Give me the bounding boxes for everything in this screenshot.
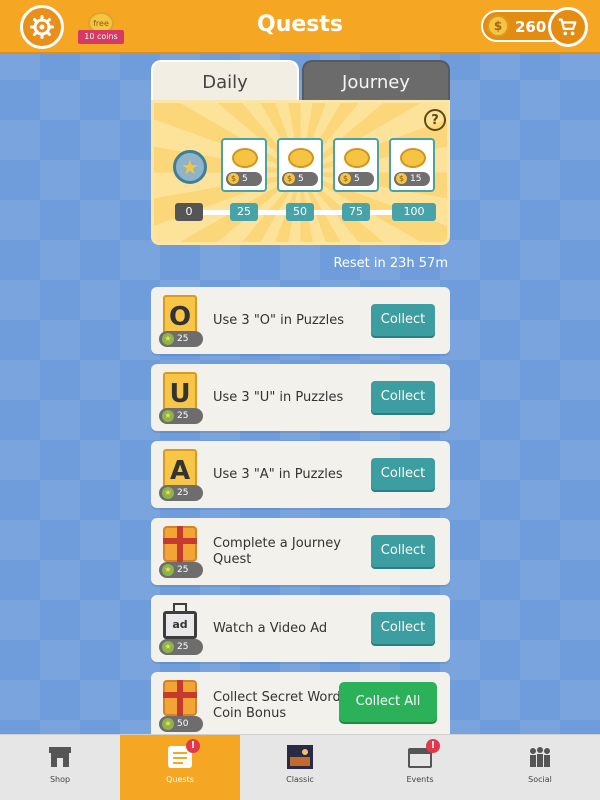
quest-card: ★ 50 Collect Secret Words Coin Bonus Col… [151,672,450,739]
reward-amount: 5 [226,172,262,186]
quest-label: Use 3 "A" in Puzzles [213,466,343,482]
tab-journey[interactable]: Journey [302,60,450,102]
points-badge: ★ 25 [159,485,203,501]
milestone-0: 0 [175,203,203,221]
nav-shop-label: Shop [49,775,71,784]
milestone-50: 50 [286,203,314,221]
bottom-nav: Shop ! Quests Classic ! Events Social [0,734,600,800]
points-badge: ★ 25 [159,331,203,347]
quest-label: Complete a Journey Quest [213,535,341,567]
daily-progress-panel: ? ★ 5 5 5 15 0 25 50 75 100 [151,100,450,245]
points-value: 25 [177,642,189,652]
cart-icon [558,18,577,36]
collect-button[interactable]: Collect [371,304,435,336]
points-badge: ★ 25 [159,408,203,424]
nav-quests[interactable]: ! Quests [120,735,240,800]
points-value: 25 [177,565,189,575]
quest-card: A ★ 25 Use 3 "A" in Puzzles Collect [151,441,450,508]
collect-button[interactable]: Collect [371,535,435,567]
nav-events[interactable]: ! Events [360,735,480,800]
free-coins-ribbon: 10 coins [78,30,124,44]
coin-stack-icon [232,148,258,168]
quest-label: Watch a Video Ad [213,620,328,636]
quest-icon: ★ 25 [159,526,203,578]
points-badge: ★ 25 [159,562,203,578]
events-notification-badge: ! [426,739,440,753]
star-icon: ★ [162,564,174,576]
quest-icon: A ★ 25 [159,449,203,501]
free-coins-badge[interactable]: free 10 coins [78,12,124,44]
points-badge: ★ 50 [159,716,203,732]
settings-button[interactable] [20,5,64,49]
points-value: 25 [177,334,189,344]
star-icon: ★ [162,641,174,653]
coin-amount: 260 [515,18,547,36]
points-value: 25 [177,411,189,421]
points-value: 50 [177,719,189,729]
coin-stack-icon [344,148,370,168]
star-icon: ★ [162,410,174,422]
top-bar: free 10 coins Quests $ 260 [0,0,600,54]
quest-label: Collect Secret Words Coin Bonus [213,689,348,721]
shop-icon [49,747,71,767]
milestone-100: 100 [392,203,436,221]
quest-card: O ★ 25 Use 3 "O" in Puzzles Collect [151,287,450,354]
quest-card: ad ★ 25 Watch a Video Ad Collect [151,595,450,662]
quest-label: Use 3 "U" in Puzzles [213,389,344,405]
tab-daily[interactable]: Daily [151,60,299,102]
quest-icon: ad ★ 25 [159,603,203,655]
star-icon: ★ [162,487,174,499]
quest-card: ★ 25 Complete a Journey Quest Collect [151,518,450,585]
quests-notification-badge: ! [186,739,200,753]
gift-icon [163,680,197,716]
coin-icon: $ [487,15,509,37]
collect-button[interactable]: Collect [371,458,435,490]
nav-events-label: Events [406,775,434,784]
tv-ad-icon: ad [163,611,197,639]
collect-all-button[interactable]: Collect All [339,682,437,722]
quest-icon: ★ 50 [159,680,203,732]
nav-social[interactable]: Social [480,735,600,800]
star-medal-icon: ★ [173,150,207,184]
reward-amount: 15 [394,172,430,186]
gear-icon [30,15,54,39]
help-icon[interactable]: ? [424,109,446,131]
reward-chest[interactable]: 15 [389,138,435,192]
quest-label: Use 3 "O" in Puzzles [213,312,345,328]
page-title: Quests [257,12,343,37]
points-value: 25 [177,488,189,498]
quest-icon: O ★ 25 [159,295,203,347]
coin-stack-icon [288,148,314,168]
points-badge: ★ 25 [159,639,203,655]
classic-icon [287,745,313,769]
quest-card: U ★ 25 Use 3 "U" in Puzzles Collect [151,364,450,431]
collect-button[interactable]: Collect [371,612,435,644]
reward-chest[interactable]: 5 [333,138,379,192]
coin-stack-icon [400,148,426,168]
reward-amount: 5 [282,172,318,186]
reward-amount: 5 [338,172,374,186]
nav-quests-label: Quests [166,775,194,784]
milestone-75: 75 [342,203,370,221]
collect-button[interactable]: Collect [371,381,435,413]
quest-icon: U ★ 25 [159,372,203,424]
reward-chest[interactable]: 5 [277,138,323,192]
nav-social-label: Social [528,775,552,784]
reward-chest[interactable]: 5 [221,138,267,192]
star-icon: ★ [162,333,174,345]
cart-button[interactable] [548,7,588,47]
gift-icon [163,526,197,562]
nav-shop[interactable]: Shop [0,735,120,800]
nav-classic[interactable]: Classic [240,735,360,800]
nav-classic-label: Classic [286,775,314,784]
star-icon: ★ [162,718,174,730]
social-icon [530,747,550,767]
reset-timer: Reset in 23h 57m [333,256,448,271]
milestone-25: 25 [230,203,258,221]
